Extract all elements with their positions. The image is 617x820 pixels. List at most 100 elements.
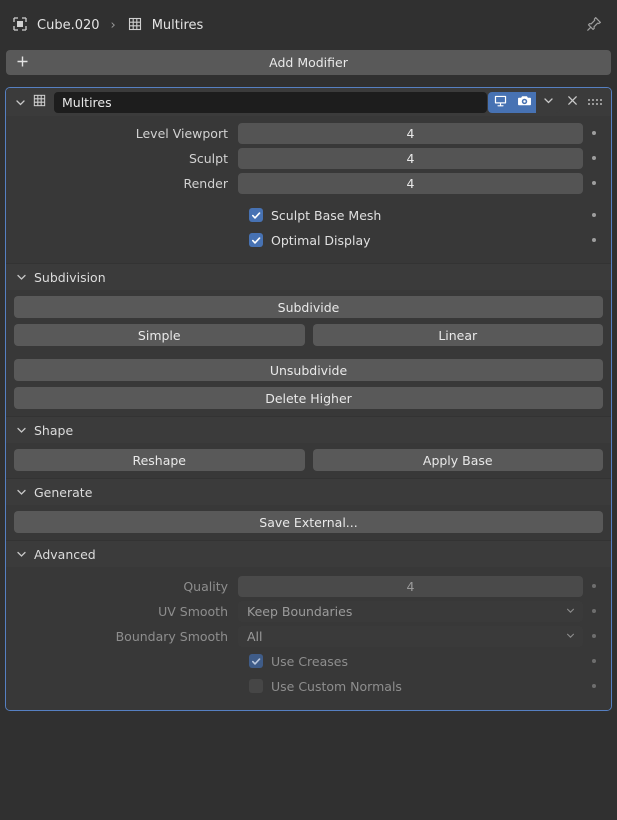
- property-row-use-creases: Use Creases: [6, 650, 611, 672]
- checkbox-icon: [249, 208, 263, 222]
- multires-icon: [127, 16, 143, 35]
- breadcrumb-modifier[interactable]: Multires: [127, 16, 204, 35]
- chevron-down-icon: [565, 604, 576, 619]
- remove-modifier-button[interactable]: [560, 92, 584, 113]
- breadcrumb: Cube.020 › Multires: [0, 0, 617, 50]
- decorator-dot-icon: [592, 684, 596, 688]
- animate-decorator[interactable]: [583, 634, 605, 638]
- animate-decorator[interactable]: [583, 659, 605, 663]
- optimal-display-label: Optimal Display: [271, 232, 371, 248]
- quality-input[interactable]: 4: [238, 575, 583, 597]
- breadcrumb-object[interactable]: Cube.020: [12, 16, 100, 35]
- drag-grip-icon[interactable]: [584, 97, 606, 107]
- use-custom-normals-label: Use Custom Normals: [271, 678, 402, 694]
- property-row-boundary-smooth: Boundary Smooth All: [6, 625, 611, 647]
- subpanel-body-advanced: Quality 4 UV Smooth Keep Boundaries Boun…: [6, 567, 611, 710]
- breadcrumb-modifier-label: Multires: [151, 17, 204, 33]
- unsubdivide-row: Unsubdivide: [6, 359, 611, 381]
- plus-icon: [16, 55, 29, 71]
- property-row-level-viewport: Level Viewport 4: [6, 122, 611, 144]
- boundary-smooth-select[interactable]: All: [238, 625, 583, 647]
- subpanel-header-subdivision[interactable]: Subdivision: [6, 263, 611, 290]
- add-modifier-label: Add Modifier: [269, 55, 348, 70]
- modifier-panel-multires: Multires Level Viewport 4 Sculpt 4 Rende…: [5, 87, 612, 711]
- reshape-button[interactable]: Reshape: [14, 449, 305, 471]
- quality-label: Quality: [183, 578, 228, 594]
- decorator-dot-icon: [592, 609, 596, 613]
- breadcrumb-separator: ›: [110, 17, 116, 33]
- subpanel-header-shape[interactable]: Shape: [6, 416, 611, 443]
- save-external-button[interactable]: Save External...: [14, 511, 603, 533]
- subdivide-button[interactable]: Subdivide: [14, 296, 603, 318]
- delete-higher-button[interactable]: Delete Higher: [14, 387, 603, 409]
- animate-decorator[interactable]: [583, 584, 605, 588]
- camera-icon: [517, 93, 532, 111]
- animate-decorator[interactable]: [583, 181, 605, 185]
- render-level-input[interactable]: 4: [238, 172, 583, 194]
- property-row-sculpt: Sculpt 4: [6, 147, 611, 169]
- modifier-name-value: Multires: [62, 94, 112, 110]
- decorator-dot-icon: [592, 181, 596, 185]
- render-toggle[interactable]: [512, 91, 536, 113]
- multires-icon: [32, 93, 47, 111]
- pin-icon[interactable]: [581, 11, 607, 40]
- breadcrumb-object-label: Cube.020: [37, 17, 100, 33]
- decorator-dot-icon: [592, 131, 596, 135]
- chevron-down-icon[interactable]: [14, 96, 27, 109]
- subpanel-title-generate: Generate: [34, 484, 93, 500]
- uv-smooth-value: Keep Boundaries: [247, 603, 353, 619]
- animate-decorator[interactable]: [583, 131, 605, 135]
- decorator-dot-icon: [592, 213, 596, 217]
- checkbox-icon: [249, 654, 263, 668]
- property-row-sculpt-base-mesh: Sculpt Base Mesh: [6, 204, 611, 226]
- property-row-uv-smooth: UV Smooth Keep Boundaries: [6, 600, 611, 622]
- render-level-label: Render: [183, 175, 228, 191]
- modifier-extras-menu[interactable]: [536, 91, 560, 113]
- display-in-viewport-toggle[interactable]: [488, 91, 512, 113]
- property-row-quality: Quality 4: [6, 575, 611, 597]
- linear-button[interactable]: Linear: [312, 324, 603, 346]
- subpanel-header-advanced[interactable]: Advanced: [6, 540, 611, 567]
- chevron-down-icon: [15, 271, 28, 284]
- use-creases-label: Use Creases: [271, 653, 348, 669]
- sculpt-level-input[interactable]: 4: [238, 147, 583, 169]
- chevron-down-icon: [15, 548, 28, 561]
- optimal-display-toggle[interactable]: Optimal Display: [249, 233, 583, 248]
- decorator-dot-icon: [592, 156, 596, 160]
- apply-base-button[interactable]: Apply Base: [312, 449, 603, 471]
- chevron-down-icon: [565, 629, 576, 644]
- sculpt-base-mesh-label: Sculpt Base Mesh: [271, 207, 382, 223]
- delete-higher-row: Delete Higher: [6, 387, 611, 409]
- boundary-smooth-value: All: [247, 628, 263, 644]
- unsubdivide-button[interactable]: Unsubdivide: [14, 359, 603, 381]
- boundary-smooth-label: Boundary Smooth: [115, 628, 228, 644]
- subpanel-title-advanced: Advanced: [34, 546, 96, 562]
- uv-smooth-select[interactable]: Keep Boundaries: [238, 600, 583, 622]
- monitor-icon: [493, 93, 508, 111]
- add-modifier-button[interactable]: Add Modifier: [6, 50, 611, 75]
- animate-decorator[interactable]: [583, 684, 605, 688]
- use-creases-toggle[interactable]: Use Creases: [249, 654, 583, 669]
- subdivide-mode-row: Simple Linear: [6, 324, 611, 346]
- simple-button[interactable]: Simple: [14, 324, 305, 346]
- animate-decorator[interactable]: [583, 213, 605, 217]
- subpanel-header-generate[interactable]: Generate: [6, 478, 611, 505]
- save-external-row: Save External...: [6, 511, 611, 533]
- modifier-name-input[interactable]: Multires: [54, 91, 487, 113]
- use-custom-normals-toggle[interactable]: Use Custom Normals: [249, 679, 583, 694]
- modifier-header: Multires: [6, 88, 611, 116]
- property-row-render: Render 4: [6, 172, 611, 194]
- decorator-dot-icon: [592, 238, 596, 242]
- property-row-use-custom-normals: Use Custom Normals: [6, 675, 611, 697]
- subpanel-body-generate: Save External...: [6, 505, 611, 540]
- animate-decorator[interactable]: [583, 609, 605, 613]
- animate-decorator[interactable]: [583, 238, 605, 242]
- checkbox-icon: [249, 233, 263, 247]
- sculpt-base-mesh-toggle[interactable]: Sculpt Base Mesh: [249, 208, 583, 223]
- decorator-dot-icon: [592, 584, 596, 588]
- level-viewport-input[interactable]: 4: [238, 122, 583, 144]
- animate-decorator[interactable]: [583, 156, 605, 160]
